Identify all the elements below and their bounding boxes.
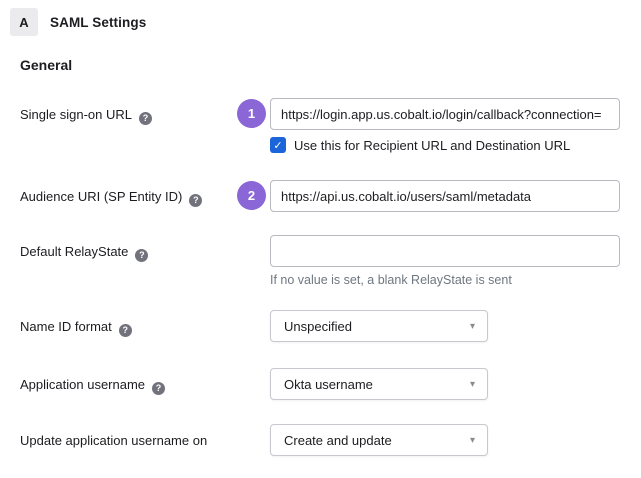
application-username-label: Application username [20,377,146,392]
app-logo-icon: A [10,8,38,36]
audience-uri-input[interactable] [270,180,620,212]
chevron-down-icon: ▾ [469,378,475,390]
audience-uri-label: Audience URI (SP Entity ID) [20,189,183,204]
update-application-username-on-selected-value: Create and update [284,432,392,448]
chevron-down-icon: ▾ [469,434,475,446]
saml-settings-form: Single sign-on URL? 1 ✓ Use this for Rec… [20,98,641,456]
row-default-relaystate: Default RelayState? If no value is set, … [20,235,641,287]
checkmark-icon: ✓ [273,139,283,152]
row-audience-uri: Audience URI (SP Entity ID)? 2 [20,180,641,212]
single-sign-on-url-input[interactable] [270,98,620,130]
step-badge-1: 1 [237,99,266,128]
help-icon[interactable]: ? [189,193,203,207]
recipient-url-checkbox[interactable]: ✓ [270,137,286,153]
help-icon[interactable]: ? [118,323,132,337]
application-username-select[interactable]: Okta username ▾ [270,368,488,400]
default-relaystate-label: Default RelayState [20,244,129,259]
help-icon[interactable]: ? [135,248,149,262]
single-sign-on-url-label: Single sign-on URL [20,107,133,122]
update-application-username-on-select[interactable]: Create and update ▾ [270,424,488,456]
name-id-format-label: Name ID format [20,319,112,334]
row-name-id-format: Name ID format? Unspecified ▾ [20,310,641,342]
row-application-username: Application username? Okta username ▾ [20,368,641,400]
default-relaystate-input[interactable] [270,235,620,267]
relaystate-helper-text: If no value is set, a blank RelayState i… [270,273,512,287]
step-badge-2: 2 [237,181,266,210]
help-icon[interactable]: ? [152,381,166,395]
help-icon[interactable]: ? [139,111,153,125]
row-update-application-username-on: Update application username on Create an… [20,424,641,456]
row-single-sign-on-url: Single sign-on URL? 1 ✓ Use this for Rec… [20,98,641,153]
chevron-down-icon: ▾ [469,320,475,332]
recipient-url-checkbox-label: Use this for Recipient URL and Destinati… [294,137,571,153]
name-id-format-select[interactable]: Unspecified ▾ [270,310,488,342]
app-header: A SAML Settings [10,8,641,36]
section-title-general: General [20,57,73,73]
update-application-username-on-label: Update application username on [20,433,208,448]
name-id-format-selected-value: Unspecified [284,318,352,334]
page-title: SAML Settings [50,14,147,30]
application-username-selected-value: Okta username [284,376,373,392]
